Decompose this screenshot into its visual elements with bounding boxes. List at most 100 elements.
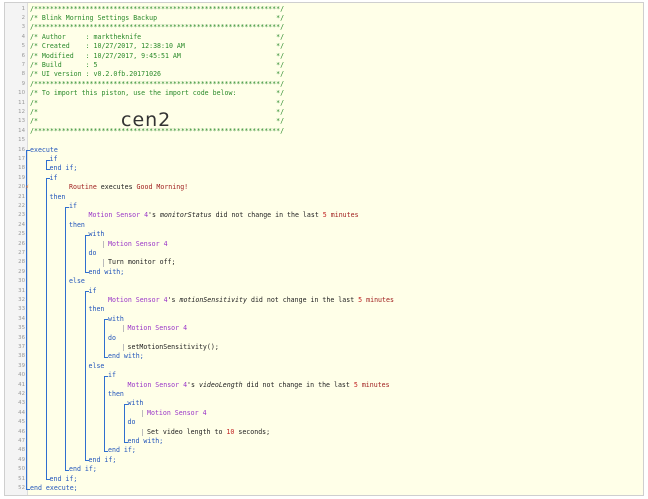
comment-line: /* */ — [30, 98, 285, 107]
line-number: 49 — [18, 456, 25, 463]
comment-line: /* Author : marktheknife */ — [30, 32, 285, 41]
execute-line: execute — [30, 146, 58, 155]
line-number: 41 — [18, 381, 25, 388]
device-line: Motion Sensor 4 — [147, 409, 207, 418]
line-number: 22 — [18, 202, 25, 209]
device-name: Motion Sensor 4 — [127, 380, 188, 389]
piston-code-editor[interactable]: 1 2 3 4 5 6 7 8 9 10 11 12 13 14 15 16 17 18 19 20 21 22 23 24 2… — [4, 2, 644, 496]
line-number: 35 — [18, 325, 25, 332]
code-token: seconds; — [238, 427, 271, 436]
end-if-line: end if; — [69, 465, 97, 474]
line-number: 46 — [18, 428, 25, 435]
end-execute-line: end execute; — [30, 484, 78, 493]
comment-line: /* Blink Morning Settings Backup */ — [30, 14, 284, 23]
line-number: 21 — [18, 193, 25, 200]
comment-line: /* To import this piston, use the import… — [30, 89, 285, 98]
number: 5 — [322, 211, 327, 220]
device-name: Motion Sensor 4 — [88, 211, 149, 220]
attribute-name: motionSensitivity — [179, 295, 247, 304]
keyword: if — [69, 201, 77, 210]
block-bracket-tick — [26, 488, 30, 490]
keyword: end if; — [49, 164, 78, 173]
line-number: 13 — [18, 118, 25, 125]
block-bracket-tick — [26, 150, 30, 152]
task-line: Turn monitor off; — [108, 258, 176, 267]
line-number: 42 — [18, 390, 25, 397]
line-number: 34 — [18, 315, 25, 322]
code-token: Set video length to — [147, 427, 223, 436]
code-token: did not change in the last — [246, 380, 350, 389]
block-bracket-tick — [84, 291, 89, 293]
statement-guide — [142, 428, 143, 436]
unit: minutes — [330, 211, 359, 220]
keyword: if — [108, 371, 116, 380]
else-line: else — [69, 277, 85, 286]
block-bracket-tick — [104, 319, 108, 321]
condition-line: Motion Sensor 4's monitorStatus did not … — [89, 211, 359, 220]
line-number: 9 — [21, 80, 25, 87]
block-bracket-tick — [45, 479, 50, 481]
keyword: end execute; — [30, 483, 78, 492]
statement-guide — [103, 240, 104, 248]
block-bracket — [65, 206, 66, 470]
keyword: else — [69, 277, 85, 286]
block-bracket-tick — [65, 206, 69, 208]
comment-line: /***************************************… — [30, 4, 285, 13]
line-number: 51 — [18, 475, 25, 482]
line-number: 6 — [21, 52, 25, 59]
if-line: if — [50, 174, 58, 183]
code-token: 's — [148, 211, 156, 220]
line-number: 16 — [18, 146, 25, 153]
block-bracket-tick — [104, 357, 108, 358]
keyword: then — [49, 192, 66, 201]
block-bracket-tick — [104, 451, 108, 452]
line-number: 2 — [21, 14, 25, 21]
routine-name: Good Morning! — [136, 183, 189, 192]
condition-line: Routine executes Good Morning! — [69, 183, 188, 192]
number: 5 — [353, 380, 358, 389]
line-number: 32 — [18, 296, 25, 303]
device-line: Motion Sensor 4 — [128, 324, 188, 333]
keyword: if — [88, 286, 97, 295]
do-line: do — [89, 249, 97, 258]
keyword: if — [49, 154, 58, 163]
comment-line: /* Created : 10/27/2017, 12:38:10 AM */ — [30, 42, 285, 51]
line-number: 37 — [18, 343, 25, 350]
number: 10 — [226, 427, 235, 436]
comment-line: /* UI version : v0.2.0fb.20171026 */ — [30, 70, 285, 79]
keyword: then — [69, 220, 85, 229]
keyword: do — [88, 248, 97, 257]
line-number: 47 — [18, 437, 25, 444]
task-line: setMotionSensitivity(); — [128, 343, 219, 352]
code-token: executes — [100, 183, 133, 192]
line-number: 25 — [18, 231, 25, 238]
block-bracket-tick — [45, 159, 50, 161]
keyword: end with; — [108, 352, 144, 361]
else-line: else — [89, 362, 105, 371]
end-if-line: end if; — [50, 475, 78, 484]
do-line: do — [128, 418, 136, 427]
code-token: 's — [167, 295, 176, 304]
keyword: end if; — [108, 446, 136, 455]
keyword: if — [49, 173, 58, 182]
then-line: then — [89, 305, 105, 314]
attribute-name: videoLength — [198, 380, 243, 389]
block-bracket — [26, 150, 27, 489]
comment-line: /* Created : 10/27/2017, 12:38:10 AM */ — [30, 42, 284, 51]
block-bracket-tick — [123, 441, 128, 443]
block-bracket — [84, 291, 86, 461]
line-number: 8 — [21, 71, 25, 78]
import-code[interactable]: cen2 — [121, 109, 171, 131]
statement-guide — [142, 409, 143, 418]
line-number: 29 — [18, 268, 25, 275]
end-with-line: end with; — [108, 352, 144, 361]
routine-label: Routine — [69, 183, 97, 192]
block-bracket-tick — [84, 272, 89, 274]
comment-line: /* Build : 5 */ — [30, 60, 285, 69]
line-number: 40 — [18, 372, 25, 379]
line-number: 30 — [18, 278, 25, 285]
line-number: 44 — [18, 409, 25, 416]
code-token: Turn monitor off; — [108, 258, 176, 267]
line-number: 19 — [18, 174, 25, 181]
unit: minutes — [361, 380, 390, 389]
